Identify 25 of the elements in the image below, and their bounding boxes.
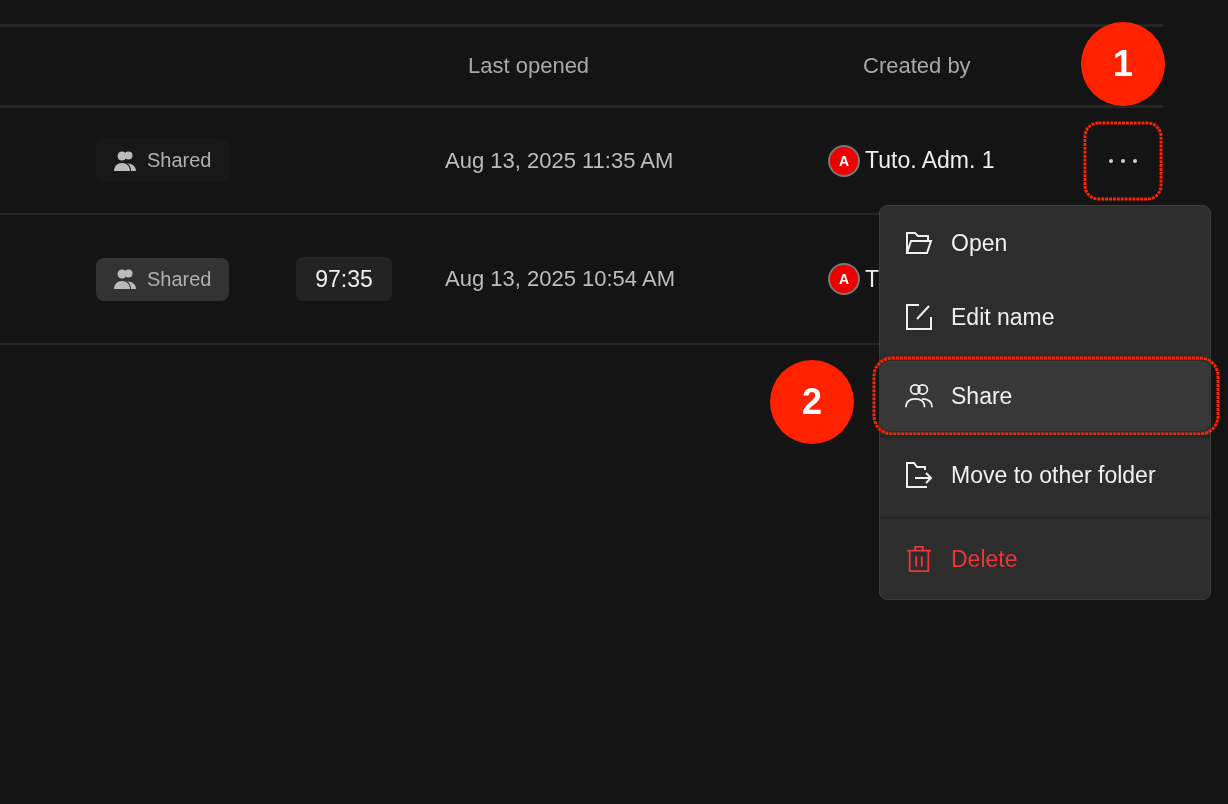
last-opened-date: Aug 13, 2025 10:54 AM	[445, 266, 675, 291]
annotation-number: 1	[1081, 22, 1165, 106]
people-icon	[905, 382, 933, 410]
edit-icon	[905, 303, 933, 331]
creator-name: Tuto. Adm. 1	[865, 147, 995, 174]
shared-badge: Shared	[96, 139, 229, 182]
folder-arrow-icon	[905, 461, 933, 489]
creator-name: T	[865, 265, 880, 293]
people-icon	[113, 149, 137, 172]
menu-item[interactable]: Open	[880, 206, 1210, 280]
trash-icon	[905, 545, 933, 573]
duration-label: 97:35	[296, 257, 392, 301]
annotation-number: 2	[770, 360, 854, 444]
last-opened-date: Aug 13, 2025 11:35 AM	[445, 147, 674, 173]
menu-item[interactable]: Share	[880, 358, 1210, 431]
people-icon	[113, 268, 137, 290]
avatar: A	[828, 144, 860, 177]
menu-item[interactable]: Move to other folder	[880, 435, 1210, 512]
more-icon	[1108, 157, 1138, 164]
folder-icon	[905, 229, 933, 257]
avatar: A	[828, 263, 860, 295]
shared-badge: Shared	[96, 257, 229, 301]
menu-item[interactable]: Edit name	[880, 280, 1210, 354]
column-header: Last opened	[468, 53, 591, 79]
column-header: Created by	[863, 53, 971, 79]
